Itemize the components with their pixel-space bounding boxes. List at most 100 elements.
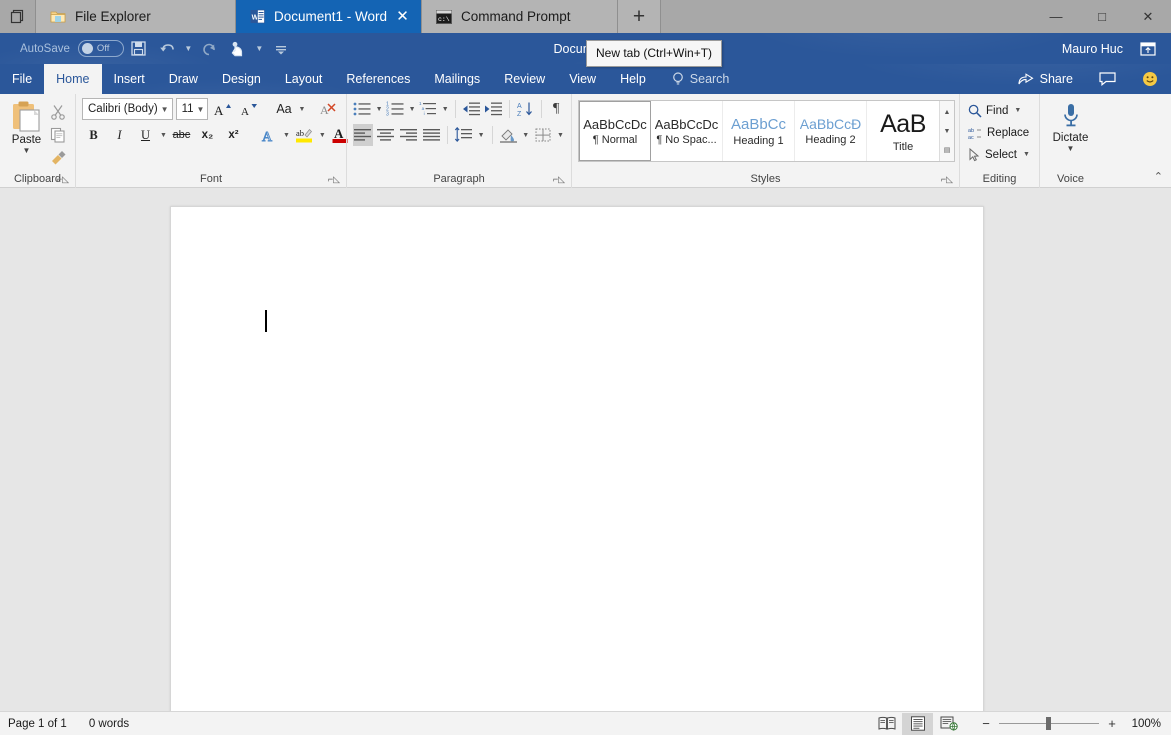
format-painter-icon[interactable] — [47, 147, 69, 168]
change-case-dropdown-icon[interactable]: ▼ — [298, 106, 305, 113]
select-button[interactable]: Select ▼ — [968, 144, 1032, 165]
redo-icon[interactable] — [197, 37, 223, 61]
undo-icon[interactable] — [154, 37, 180, 61]
print-layout-icon[interactable] — [902, 712, 933, 735]
tab-mailings[interactable]: Mailings — [422, 64, 492, 94]
more-styles-icon[interactable]: ▤ — [940, 141, 954, 159]
tab-design[interactable]: Design — [210, 64, 273, 94]
italic-button[interactable]: I — [108, 124, 131, 146]
save-icon[interactable] — [126, 37, 152, 61]
numbering-dropdown-icon[interactable]: ▼ — [408, 106, 416, 113]
align-center-button[interactable] — [376, 124, 396, 146]
bullets-dropdown-icon[interactable]: ▼ — [375, 106, 383, 113]
document-page[interactable] — [170, 206, 984, 721]
align-right-button[interactable] — [399, 124, 419, 146]
strikethrough-button[interactable]: abc — [170, 124, 193, 146]
search-box[interactable]: Search — [658, 64, 742, 94]
word-count[interactable]: 0 words — [89, 718, 129, 730]
user-account-name[interactable]: Mauro Huc — [1062, 42, 1123, 56]
feedback-smiley-button[interactable] — [1129, 71, 1171, 87]
document-canvas[interactable] — [0, 188, 1171, 721]
touch-mode-icon[interactable] — [225, 37, 251, 61]
maximize-icon[interactable]: □ — [1079, 0, 1125, 33]
shrink-font-button[interactable]: A — [237, 98, 260, 120]
sets-tab-document1-word[interactable]: W Document1 - Word ✕ — [236, 0, 422, 33]
chevron-down-icon[interactable]: ▼ — [23, 147, 31, 155]
tab-help[interactable]: Help — [608, 64, 658, 94]
style-heading-2[interactable]: AaBbCcĐ Heading 2 — [795, 101, 867, 161]
underline-dropdown-icon[interactable]: ▼ — [160, 132, 167, 139]
tab-review[interactable]: Review — [492, 64, 557, 94]
show-formatting-marks-button[interactable]: ¶ — [547, 98, 565, 120]
font-name-combo[interactable]: Calibri (Body) ▼ — [82, 98, 173, 120]
zoom-level-label[interactable]: 100% — [1125, 718, 1161, 730]
font-size-combo[interactable]: 11 ▼ — [175, 98, 209, 120]
zoom-in-button[interactable]: + — [1106, 716, 1118, 731]
tab-insert[interactable]: Insert — [102, 64, 157, 94]
sets-tab-file-explorer[interactable]: File Explorer — [36, 0, 236, 33]
customize-qat-icon[interactable] — [268, 37, 294, 61]
tab-file[interactable]: File — [0, 64, 44, 94]
find-dropdown-icon[interactable]: ▼ — [1012, 107, 1023, 114]
copy-icon[interactable] — [47, 124, 69, 145]
line-spacing-dropdown-icon[interactable]: ▼ — [477, 132, 486, 139]
styles-dialog-launcher[interactable]: ⌐◺ — [941, 174, 953, 185]
sort-button[interactable]: A Z — [516, 98, 535, 120]
scroll-up-icon[interactable]: ▲ — [940, 103, 954, 121]
style-heading-1[interactable]: AaBbCс Heading 1 — [723, 101, 795, 161]
change-case-button[interactable]: Aa — [272, 98, 295, 120]
clipboard-dialog-launcher[interactable]: ⌐◺ — [57, 174, 69, 185]
sets-tab-command-prompt[interactable]: c:\ Command Prompt — [422, 0, 618, 33]
web-layout-icon[interactable] — [933, 713, 964, 735]
font-dialog-launcher[interactable]: ⌐◺ — [328, 174, 340, 185]
text-effects-dropdown-icon[interactable]: ▼ — [283, 132, 290, 139]
tab-draw[interactable]: Draw — [157, 64, 210, 94]
undo-dropdown-icon[interactable]: ▼ — [182, 37, 195, 61]
replace-button[interactable]: ab ac Replace — [968, 122, 1032, 143]
subscript-button[interactable]: x₂ — [196, 124, 219, 146]
justify-button[interactable] — [421, 124, 441, 146]
zoom-slider-thumb[interactable] — [1046, 717, 1051, 730]
tab-layout[interactable]: Layout — [273, 64, 335, 94]
increase-indent-button[interactable] — [484, 98, 503, 120]
new-tab-button[interactable]: + — [618, 0, 661, 33]
close-window-icon[interactable]: ✕ — [1125, 0, 1171, 33]
numbering-button[interactable]: 123 — [386, 98, 405, 120]
share-button[interactable]: Share — [1005, 72, 1086, 86]
borders-button[interactable] — [533, 124, 553, 146]
align-left-button[interactable] — [353, 124, 373, 146]
close-icon[interactable]: ✕ — [396, 6, 409, 28]
borders-dropdown-icon[interactable]: ▼ — [556, 132, 565, 139]
comments-button[interactable] — [1086, 72, 1129, 86]
tab-home[interactable]: Home — [44, 64, 102, 94]
superscript-button[interactable]: x² — [222, 124, 245, 146]
text-highlight-color-button[interactable]: ab — [293, 124, 316, 146]
ribbon-display-options-icon[interactable] — [1137, 38, 1159, 60]
sets-system-icon[interactable] — [0, 0, 36, 33]
style-title[interactable]: AaB Title — [867, 101, 939, 161]
page-indicator[interactable]: Page 1 of 1 — [8, 718, 67, 730]
tab-view[interactable]: View — [557, 64, 608, 94]
read-mode-icon[interactable] — [871, 713, 902, 735]
underline-button[interactable]: U — [134, 124, 157, 146]
highlight-dropdown-icon[interactable]: ▼ — [319, 132, 326, 139]
zoom-slider[interactable] — [999, 717, 1099, 730]
cut-icon[interactable] — [47, 101, 69, 122]
shading-dropdown-icon[interactable]: ▼ — [521, 132, 530, 139]
paste-button[interactable]: Paste ▼ — [6, 98, 47, 155]
collapse-ribbon-icon[interactable]: ⌃ — [1154, 170, 1163, 183]
bold-button[interactable]: B — [82, 124, 105, 146]
find-button[interactable]: Find ▼ — [968, 100, 1032, 121]
tab-references[interactable]: References — [334, 64, 422, 94]
paragraph-dialog-launcher[interactable]: ⌐◺ — [553, 174, 565, 185]
grow-font-button[interactable]: A — [211, 98, 234, 120]
select-dropdown-icon[interactable]: ▼ — [1021, 151, 1032, 158]
text-effects-button[interactable]: A — [257, 124, 280, 146]
minimize-icon[interactable]: — — [1033, 0, 1079, 33]
shading-button[interactable] — [498, 124, 518, 146]
line-spacing-button[interactable] — [454, 124, 474, 146]
decrease-indent-button[interactable] — [462, 98, 481, 120]
chevron-down-icon[interactable]: ▼ — [1067, 145, 1075, 153]
touch-mode-dropdown-icon[interactable]: ▼ — [253, 37, 266, 61]
multilevel-dropdown-icon[interactable]: ▼ — [441, 106, 449, 113]
